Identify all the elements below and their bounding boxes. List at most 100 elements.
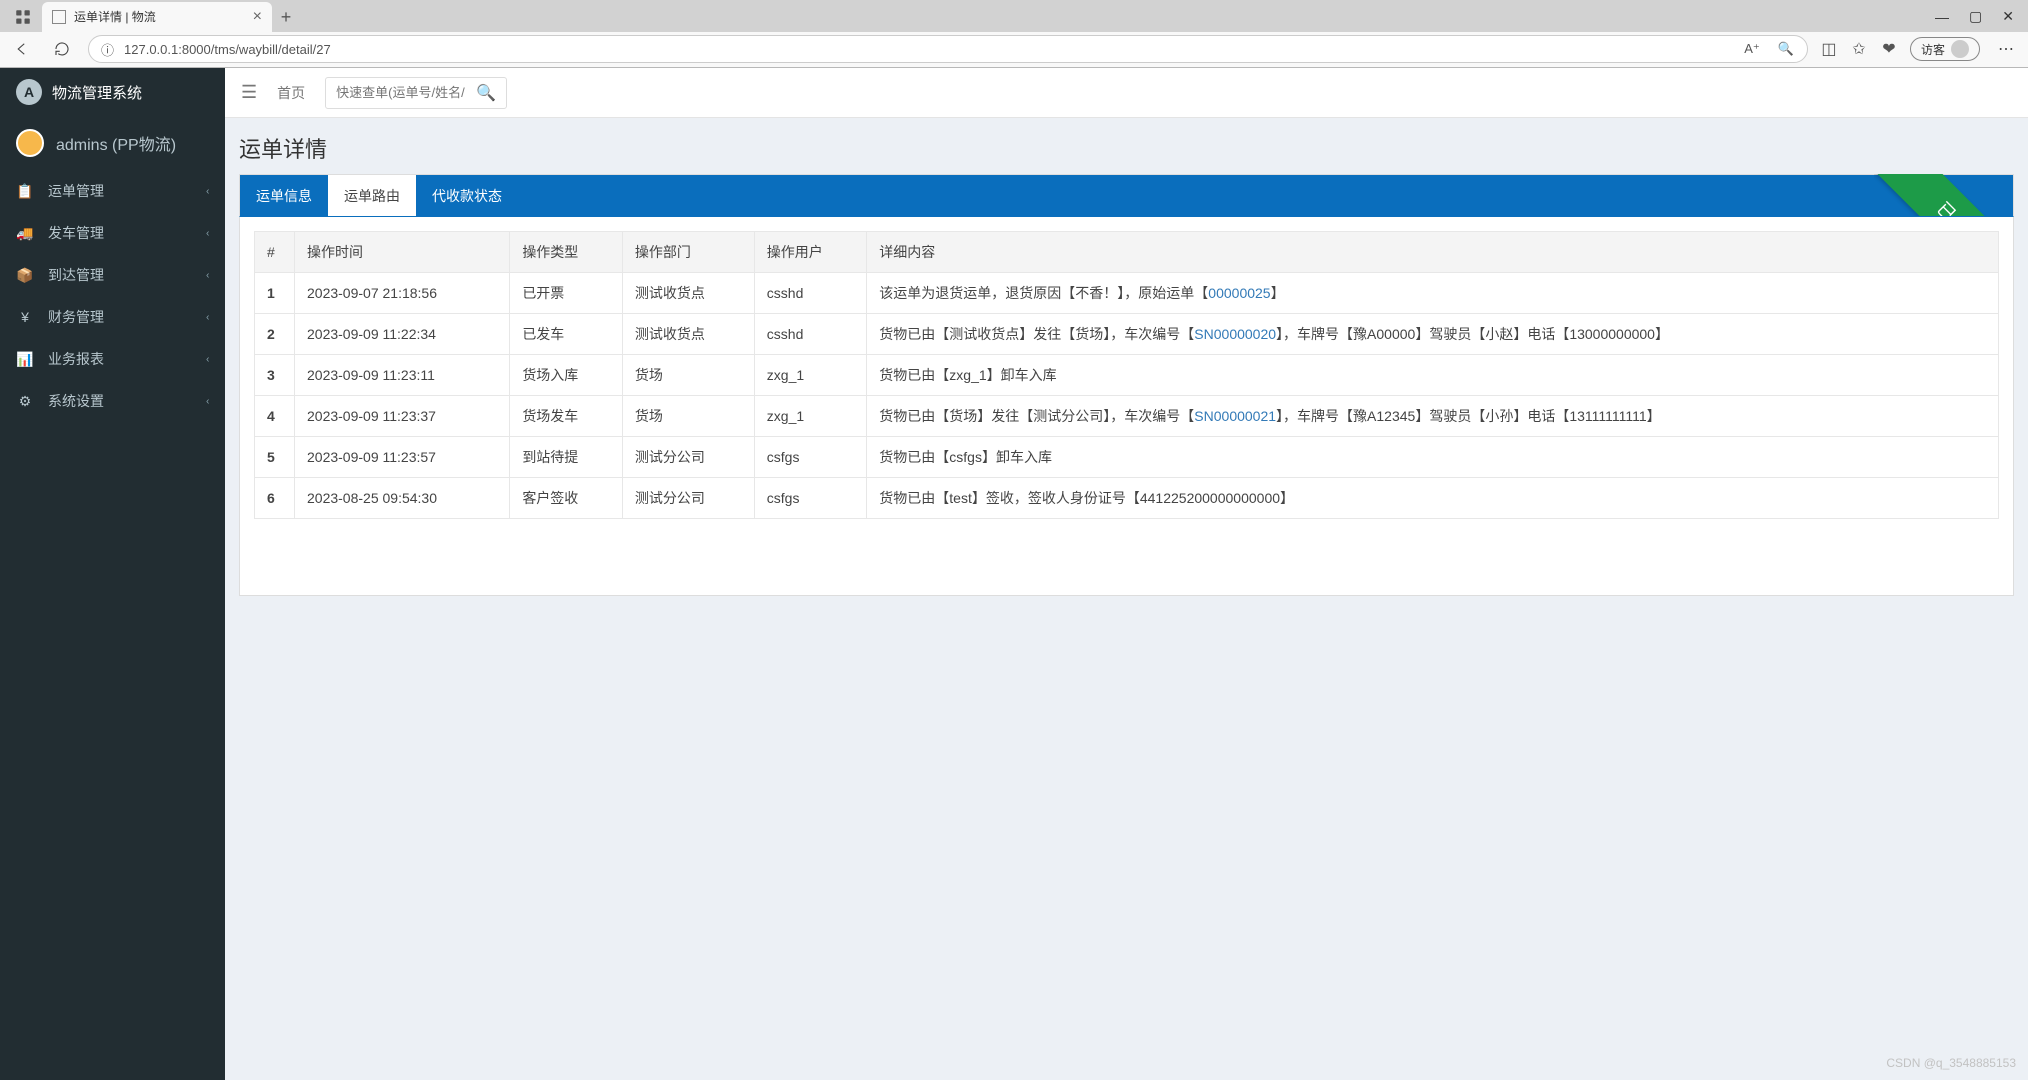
window-maximize-button[interactable]: ▢ xyxy=(1969,8,1982,25)
table-cell: 测试收货点 xyxy=(622,314,754,355)
split-screen-icon[interactable]: ◫ xyxy=(1820,40,1838,58)
zoom-icon[interactable]: 🔍 xyxy=(1777,40,1795,58)
sidebar-item-label: 到达管理 xyxy=(48,265,104,285)
url-bar[interactable]: ⓘ 127.0.0.1:8000/tms/waybill/detail/27 A… xyxy=(88,35,1808,63)
browser-menu-button[interactable]: ⋯ xyxy=(1992,39,2020,59)
table-cell: 客户签收 xyxy=(510,478,623,519)
sidebar-menu: 📋 运单管理 › 🚚 发车管理 › 📦 到达管理 › ¥ 财务管理 › 📊 xyxy=(0,170,225,422)
sidebar-item-waybill[interactable]: 📋 运单管理 › xyxy=(0,170,225,212)
user-avatar-icon xyxy=(16,129,44,157)
nav-back-button[interactable] xyxy=(8,35,36,63)
table-row: 12023-09-07 21:18:56已开票测试收货点csshd该运单为退货运… xyxy=(255,273,1999,314)
tab-title: 运单详情 | 物流 xyxy=(74,8,156,25)
table-cell: 2023-08-25 09:54:30 xyxy=(295,478,510,519)
tab-close-button[interactable]: × xyxy=(253,8,262,26)
app-root: A 物流管理系统 admins (PP物流) 📋 运单管理 › 🚚 发车管理 ›… xyxy=(0,68,2028,1080)
sidebar-item-reports[interactable]: 📊 业务报表 › xyxy=(0,338,225,380)
detail-link[interactable]: SN00000021 xyxy=(1194,408,1276,424)
browser-tab-active[interactable]: 运单详情 | 物流 × xyxy=(42,2,272,32)
nav-refresh-button[interactable] xyxy=(48,35,76,63)
table-cell: 2023-09-09 11:23:37 xyxy=(295,396,510,437)
window-controls: — ▢ ✕ xyxy=(1935,2,2028,32)
table-cell: csshd xyxy=(754,314,867,355)
table-cell-detail: 货物已由【test】签收，签收人身份证号【441225200000000000】 xyxy=(867,478,1999,519)
tab-overview-button[interactable] xyxy=(4,2,42,32)
table-cell: 测试分公司 xyxy=(622,437,754,478)
table-cell: csfgs xyxy=(754,437,867,478)
sidebar-item-label: 运单管理 xyxy=(48,181,104,201)
sidebar-item-label: 财务管理 xyxy=(48,307,104,327)
search-input[interactable] xyxy=(336,85,466,100)
sidebar-item-finance[interactable]: ¥ 财务管理 › xyxy=(0,296,225,338)
chevron-left-icon: › xyxy=(206,228,209,239)
browser-tab-strip: 运单详情 | 物流 × + — ▢ ✕ xyxy=(0,0,2028,32)
col-index: # xyxy=(255,232,295,273)
chart-icon: 📊 xyxy=(16,351,34,368)
table-cell: zxg_1 xyxy=(754,355,867,396)
table-row: 22023-09-09 11:22:34已发车测试收货点csshd货物已由【测试… xyxy=(255,314,1999,355)
table-cell: csfgs xyxy=(754,478,867,519)
detail-link[interactable]: SN00000020 xyxy=(1194,326,1276,342)
truck-icon: 🚚 xyxy=(16,225,34,242)
logo-badge: A xyxy=(16,79,42,105)
chevron-left-icon: › xyxy=(206,312,209,323)
sidebar-item-dispatch[interactable]: 🚚 发车管理 › xyxy=(0,212,225,254)
read-aloud-icon[interactable]: A⁺ xyxy=(1743,40,1761,58)
sidebar-item-settings[interactable]: ⚙ 系统设置 › xyxy=(0,380,225,422)
tab-cod-status[interactable]: 代收款状态 xyxy=(416,175,518,217)
user-label: admins (PP物流) xyxy=(56,131,176,155)
clipboard-icon: 📋 xyxy=(16,183,34,200)
table-cell: 货场 xyxy=(622,355,754,396)
tab-waybill-route[interactable]: 运单路由 xyxy=(328,175,416,217)
topbar: ☰ 首页 🔍 xyxy=(225,68,2028,118)
table-cell: 1 xyxy=(255,273,295,314)
table-cell: 货场发车 xyxy=(510,396,623,437)
home-link[interactable]: 首页 xyxy=(277,83,305,103)
profile-guest-chip[interactable]: 访客 xyxy=(1910,37,1980,61)
window-minimize-button[interactable]: — xyxy=(1935,9,1949,25)
tab-bar: 运单信息 运单路由 代收款状态 已签收 xyxy=(239,174,2014,216)
col-dept: 操作部门 xyxy=(622,232,754,273)
search-icon[interactable]: 🔍 xyxy=(476,83,496,103)
table-cell: 测试收货点 xyxy=(622,273,754,314)
gear-icon: ⚙ xyxy=(16,393,34,410)
table-cell: 2023-09-07 21:18:56 xyxy=(295,273,510,314)
content-area: ☰ 首页 🔍 运单详情 运单信息 运单路由 代收款状态 已签收 xyxy=(225,68,2028,1080)
table-cell-detail: 货物已由【zxg_1】卸车入库 xyxy=(867,355,1999,396)
new-tab-button[interactable]: + xyxy=(272,4,300,32)
table-row: 62023-08-25 09:54:30客户签收测试分公司csfgs货物已由【t… xyxy=(255,478,1999,519)
package-icon: 📦 xyxy=(16,267,34,284)
guest-avatar-icon xyxy=(1951,40,1969,58)
table-cell-detail: 货物已由【csfgs】卸车入库 xyxy=(867,437,1999,478)
table-cell: csshd xyxy=(754,273,867,314)
panel: 运单信息 运单路由 代收款状态 已签收 # 操作时间 操作类型 操作部门 操 xyxy=(225,174,2028,610)
chevron-left-icon: › xyxy=(206,396,209,407)
browser-chrome: 运单详情 | 物流 × + — ▢ ✕ ⓘ 127.0.0.1:8000/tms… xyxy=(0,0,2028,68)
quick-search: 🔍 xyxy=(325,77,507,109)
table-cell-detail: 货物已由【货场】发往【测试分公司】，车次编号【SN00000021】，车牌号【豫… xyxy=(867,396,1999,437)
table-cell: 测试分公司 xyxy=(622,478,754,519)
table-cell-detail: 该运单为退货运单，退货原因【不香！】，原始运单【00000025】 xyxy=(867,273,1999,314)
url-text: 127.0.0.1:8000/tms/waybill/detail/27 xyxy=(124,42,1733,57)
browser-nav-bar: ⓘ 127.0.0.1:8000/tms/waybill/detail/27 A… xyxy=(0,32,2028,67)
sidebar-user-panel[interactable]: admins (PP物流) xyxy=(0,116,225,170)
sidebar-item-label: 发车管理 xyxy=(48,223,104,243)
window-close-button[interactable]: ✕ xyxy=(2002,8,2014,25)
table-row: 52023-09-09 11:23:57到站待提测试分公司csfgs货物已由【c… xyxy=(255,437,1999,478)
panel-body: # 操作时间 操作类型 操作部门 操作用户 详细内容 12023-09-07 2… xyxy=(239,216,2014,596)
col-type: 操作类型 xyxy=(510,232,623,273)
table-cell: 已开票 xyxy=(510,273,623,314)
collections-icon[interactable]: ❤ xyxy=(1880,40,1898,58)
table-cell: 货场入库 xyxy=(510,355,623,396)
sidebar-toggle-button[interactable]: ☰ xyxy=(241,82,257,103)
sidebar-logo[interactable]: A 物流管理系统 xyxy=(0,68,225,116)
sidebar-item-arrival[interactable]: 📦 到达管理 › xyxy=(0,254,225,296)
chevron-left-icon: › xyxy=(206,354,209,365)
watermark: CSDN @q_3548885153 xyxy=(1886,1056,2016,1070)
sidebar: A 物流管理系统 admins (PP物流) 📋 运单管理 › 🚚 发车管理 ›… xyxy=(0,68,225,1080)
tab-waybill-info[interactable]: 运单信息 xyxy=(240,175,328,217)
site-info-icon[interactable]: ⓘ xyxy=(101,40,114,59)
favorites-icon[interactable]: ✩ xyxy=(1850,40,1868,58)
page-icon xyxy=(52,10,66,24)
detail-link[interactable]: 00000025 xyxy=(1208,285,1270,301)
